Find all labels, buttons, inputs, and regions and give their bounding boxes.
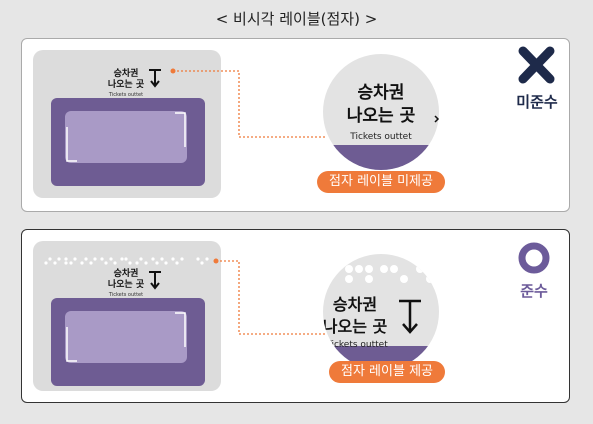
device-label-line1: 승차권: [114, 67, 139, 79]
zoom-label-line1: 승차권: [358, 83, 405, 103]
zoom-label-line1: 승차권: [333, 295, 377, 314]
braille-provided-pill: 점자 레이블 제공: [329, 361, 445, 383]
page-title: < 비시각 레이블(점자) >: [215, 10, 378, 28]
zoom-label-en: Tickets outtet: [325, 340, 388, 350]
verdict-non-compliant: 미준수: [516, 93, 558, 111]
panel-non-compliant-illustration: 승차권 나오는 곳 Tickets outtet 승차권 나오는 곳 Ticke…: [33, 46, 555, 198]
ticket-slot: [65, 311, 187, 363]
panel-non-compliant: 승차권 나오는 곳 Tickets outtet 승차권 나오는 곳 Ticke…: [21, 38, 570, 212]
device-label-line1: 승차권: [114, 267, 139, 279]
device-label-line2: 나오는 곳: [108, 278, 144, 290]
no-braille-pill: 점자 레이블 미제공: [317, 171, 445, 193]
device-label-line2: 나오는 곳: [108, 78, 144, 90]
panel-compliant: 승차권 나오는 곳 Tickets outtet 승차권 나오는 곳 Ticke…: [21, 229, 570, 403]
circle-icon: [518, 242, 550, 274]
device-label-en: Tickets outtet: [108, 292, 143, 298]
ticket-slot: [65, 111, 187, 163]
zoom-label-line2: 나오는 곳: [347, 106, 416, 126]
device-label-en: Tickets outtet: [108, 92, 143, 98]
zoom-label-line2: 나오는 곳: [323, 317, 388, 336]
panel-compliant-illustration: 승차권 나오는 곳 Tickets outtet 승차권 나오는 곳 Ticke…: [33, 241, 550, 391]
zoom-label-en: Tickets outtet: [349, 132, 412, 142]
x-icon: [518, 46, 555, 84]
verdict-compliant: 준수: [520, 282, 548, 300]
